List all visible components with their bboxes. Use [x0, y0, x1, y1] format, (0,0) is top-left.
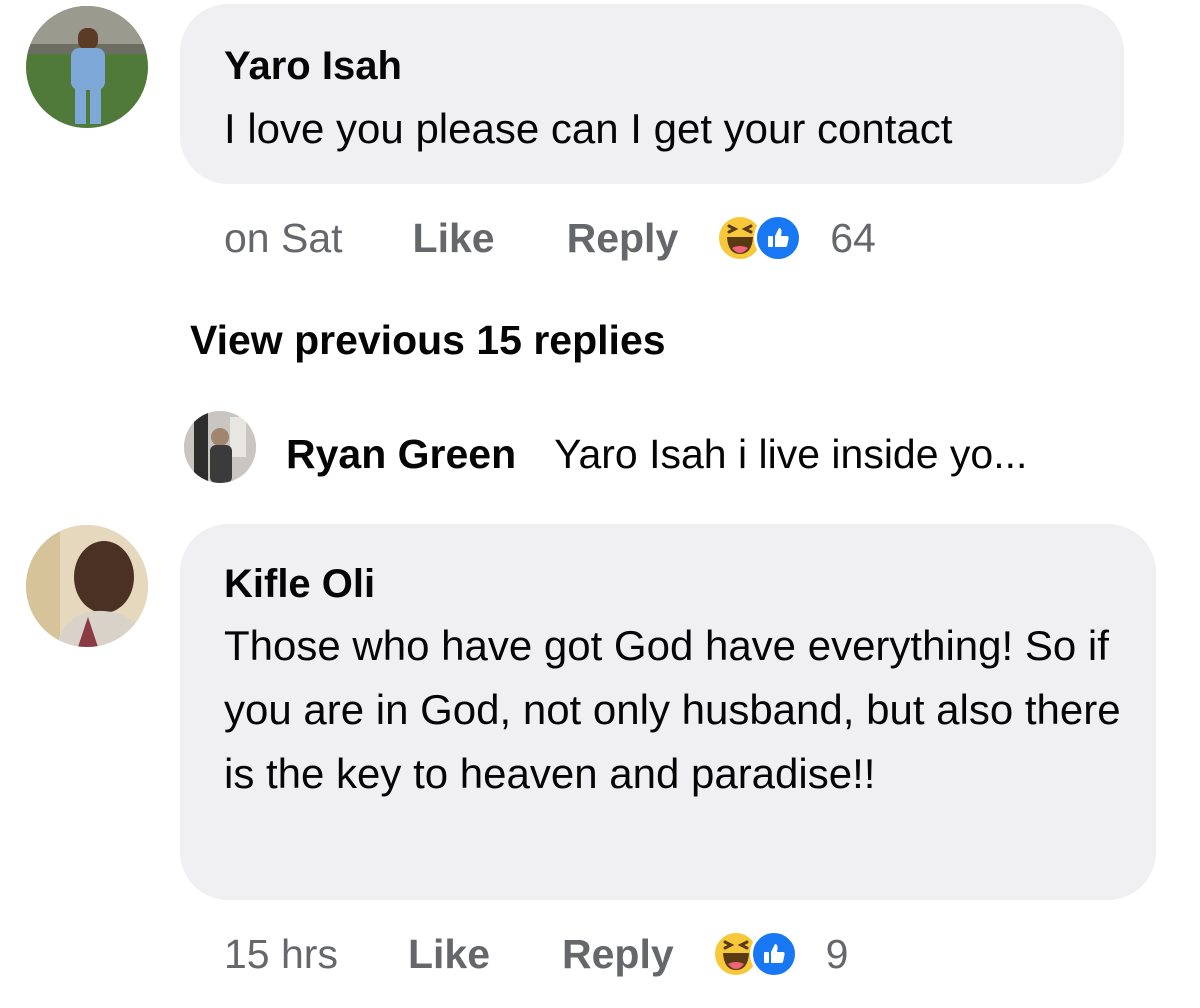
comment-text: I love you please can I get your contact	[224, 105, 953, 152]
comment-author[interactable]: Kifle Oli	[224, 560, 375, 608]
avatar-image	[26, 6, 148, 128]
reply-author[interactable]: Ryan Green	[286, 431, 516, 477]
comment-author[interactable]: Yaro Isah	[224, 42, 402, 90]
comment-bubble: Yaro Isah I love you please can I get yo…	[180, 4, 1124, 184]
like-icon	[749, 930, 798, 978]
like-button[interactable]: Like	[408, 931, 490, 978]
comment-actions: on Sat Like Reply 64	[224, 208, 876, 268]
comment-timestamp[interactable]: on Sat	[224, 215, 343, 262]
comment-actions: 15 hrs Like Reply 9	[224, 924, 848, 984]
comment-text: Those who have got God have everything! …	[224, 622, 1121, 797]
reaction-count[interactable]: 64	[830, 215, 876, 262]
avatar-image	[26, 525, 148, 647]
reaction-count[interactable]: 9	[826, 931, 849, 978]
comment-timestamp[interactable]: 15 hrs	[224, 931, 338, 978]
avatar-image	[184, 411, 256, 483]
like-button[interactable]: Like	[413, 215, 495, 262]
comment-thread: Yaro Isah I love you please can I get yo…	[0, 0, 1200, 1008]
like-icon	[754, 214, 803, 262]
view-previous-replies-link[interactable]: View previous 15 replies	[190, 312, 666, 368]
reply-preview[interactable]: Ryan Green Yaro Isah i live inside yo...	[286, 426, 1027, 482]
reply-text: Yaro Isah i live inside yo...	[554, 431, 1028, 477]
avatar-ryan-green[interactable]	[184, 411, 256, 483]
avatar-yaro-isah[interactable]	[26, 6, 148, 128]
avatar-kifle-oli[interactable]	[26, 525, 148, 647]
reaction-summary[interactable]	[711, 930, 798, 978]
reply-button[interactable]: Reply	[562, 931, 674, 978]
comment-bubble: Kifle Oli Those who have got God have ev…	[180, 524, 1156, 900]
reply-button[interactable]: Reply	[567, 215, 679, 262]
reaction-summary[interactable]	[716, 214, 803, 262]
